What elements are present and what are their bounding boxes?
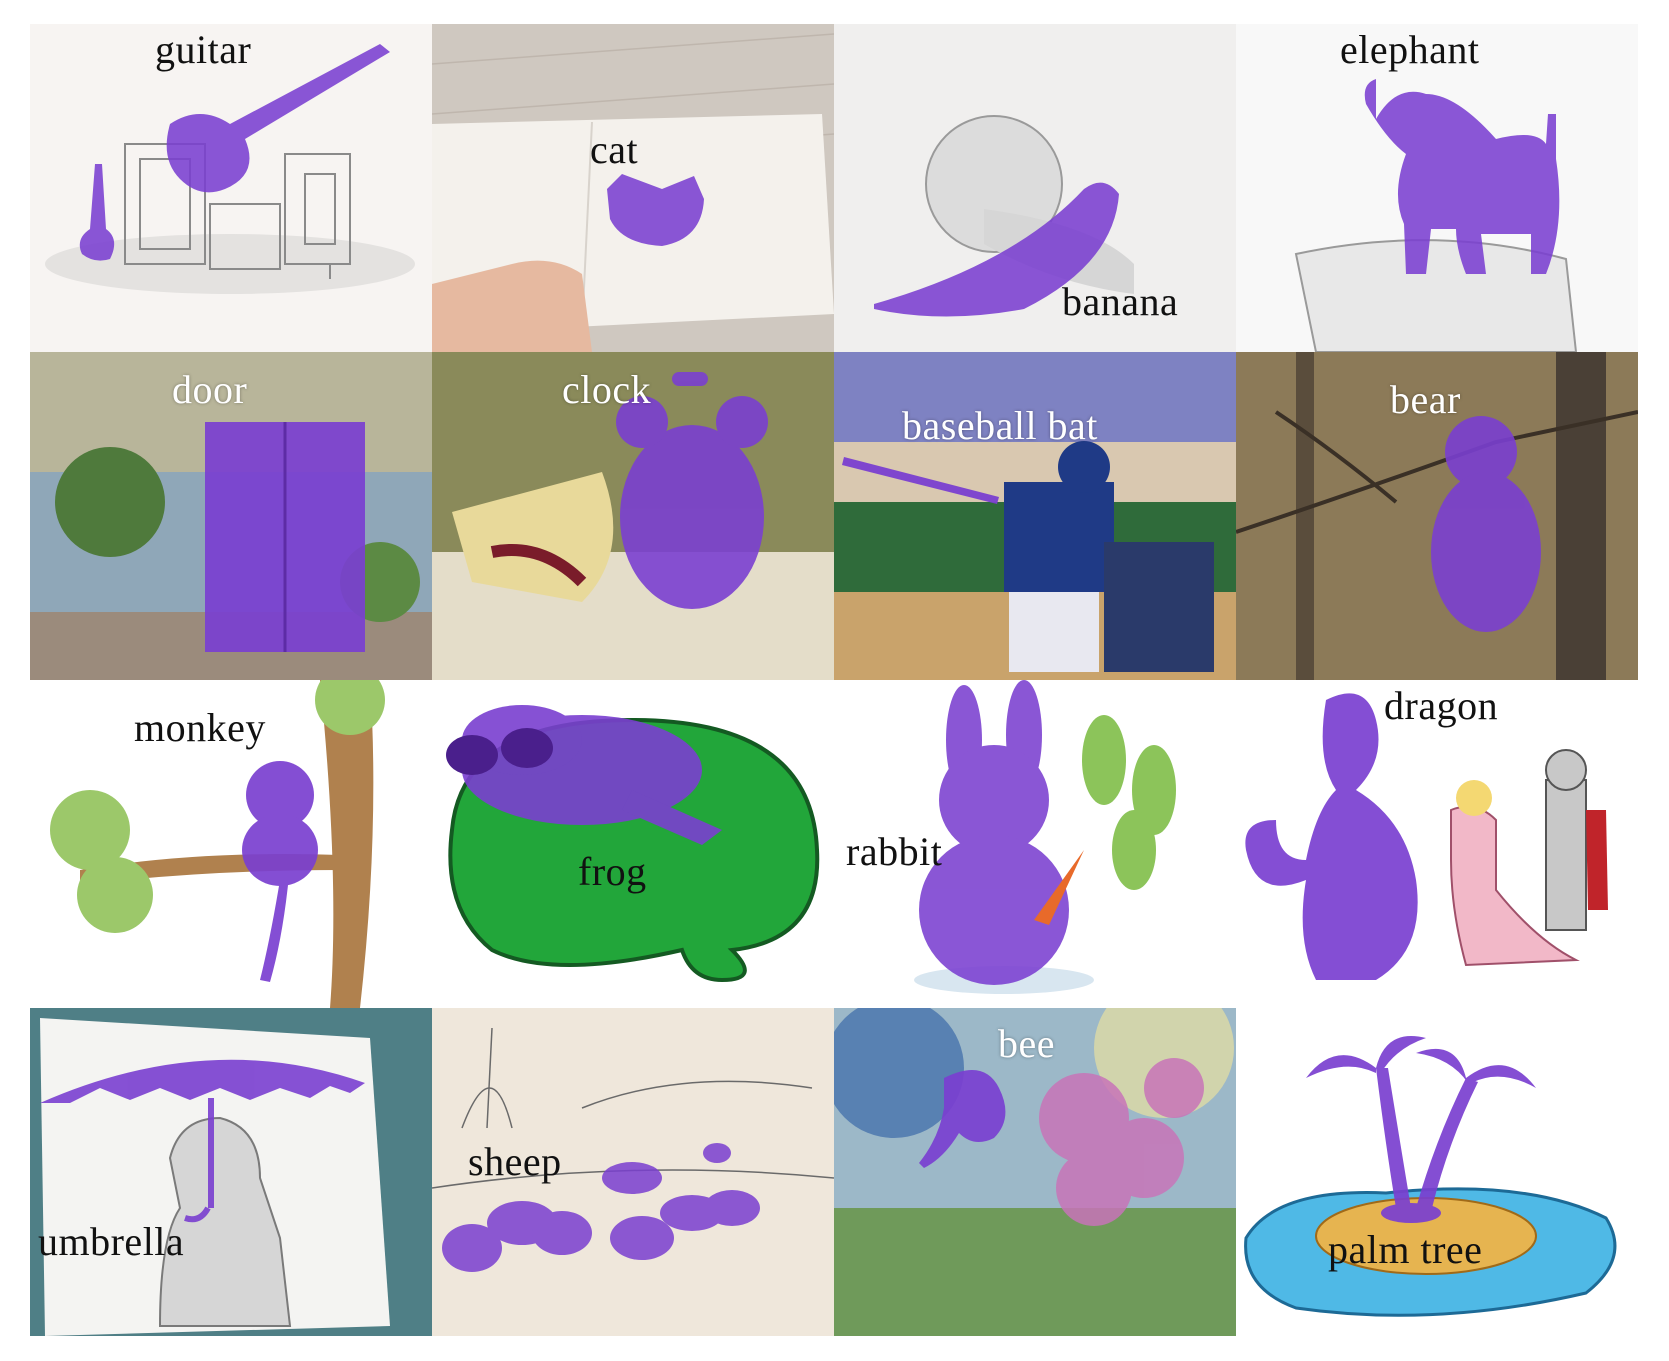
tile-frog: frog — [432, 680, 834, 1008]
tile-sheep: sheep — [432, 1008, 834, 1336]
cat-photo-image — [432, 24, 834, 352]
tile-label: door — [172, 367, 248, 412]
tile-rabbit: rabbit — [834, 680, 1236, 1008]
tile-bee: bee — [834, 1008, 1236, 1336]
tile-umbrella: umbrella — [30, 1008, 432, 1336]
tile-label: rabbit — [846, 829, 943, 874]
tile-label: cat — [590, 127, 639, 172]
tile-label: sheep — [468, 1139, 562, 1184]
umbrella-sketch-image — [30, 1008, 432, 1336]
tile-label: bear — [1390, 377, 1461, 422]
tile-elephant: elephant — [1236, 24, 1638, 352]
guitar-sketch-image — [30, 24, 432, 352]
tile-label: baseball bat — [902, 403, 1098, 448]
tile-baseball-bat: baseball bat — [834, 352, 1236, 680]
tile-label: elephant — [1340, 27, 1480, 72]
tile-label: frog — [578, 849, 647, 894]
tile-dragon: dragon — [1236, 680, 1638, 1008]
tile-door: door — [30, 352, 432, 680]
tile-label: bee — [998, 1021, 1056, 1066]
tile-banana: banana — [834, 24, 1236, 352]
tile-clock: clock — [432, 352, 834, 680]
tile-label: banana — [1062, 279, 1179, 324]
tile-cat: cat — [432, 24, 834, 352]
tile-bear: bear — [1236, 352, 1638, 680]
tile-palm-tree: palm tree — [1236, 1008, 1638, 1336]
tile-guitar: guitar — [30, 24, 432, 352]
tile-label: clock — [562, 367, 652, 412]
dragon-clipart-image — [1236, 680, 1638, 1008]
tile-label: umbrella — [38, 1219, 185, 1264]
frog-clipart-image — [432, 680, 834, 1008]
palm-tree-clipart-image — [1236, 1008, 1638, 1336]
tile-monkey: monkey — [30, 680, 432, 1008]
tile-label: palm tree — [1328, 1227, 1483, 1272]
image-grid: guitar cat banana elephant door clock ba… — [30, 24, 1638, 1336]
tile-label: monkey — [134, 705, 266, 750]
tile-label: dragon — [1384, 683, 1499, 728]
tile-label: guitar — [155, 27, 252, 72]
elephant-sketch-image — [1236, 24, 1638, 352]
baseball-bat-painting-image — [834, 352, 1236, 680]
